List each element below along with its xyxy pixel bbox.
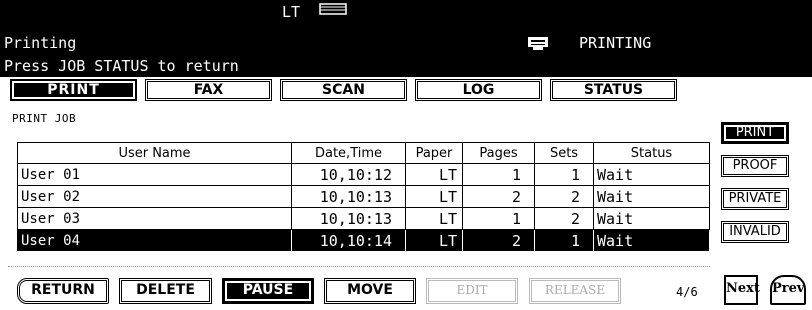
cell-sets: 1 xyxy=(534,163,594,186)
table-header-row: User Name Date,Time Paper Pages Sets Sta… xyxy=(17,142,710,164)
col-sets: Sets xyxy=(534,142,594,164)
printer-icon xyxy=(528,37,548,50)
table-row-selected[interactable]: User 04 10,10:14 LT 2 1 Wait xyxy=(17,229,710,252)
move-button[interactable]: MOVE xyxy=(324,278,416,304)
release-button[interactable]: RELEASE xyxy=(529,278,621,304)
prev-page-button[interactable]: Prev xyxy=(770,275,806,305)
cell-sets: 2 xyxy=(534,207,594,230)
cell-status: Wait xyxy=(593,229,710,252)
cell-datetime: 10,10:13 xyxy=(291,185,406,208)
cell-datetime: 10,10:12 xyxy=(291,163,406,186)
delete-button[interactable]: DELETE xyxy=(119,278,212,304)
cell-paper: LT xyxy=(405,229,463,252)
cell-pages: 1 xyxy=(462,207,535,230)
pause-button[interactable]: PAUSE xyxy=(222,278,314,304)
cell-user: User 03 xyxy=(17,207,292,230)
print-job-table: User Name Date,Time Paper Pages Sets Sta… xyxy=(17,142,710,252)
print-filter-button[interactable]: PRINT xyxy=(721,122,789,144)
col-date-time: Date,Time xyxy=(291,142,406,164)
private-filter-button[interactable]: PRIVATE xyxy=(721,188,789,210)
paper-size-label: LT xyxy=(282,3,301,21)
col-user-name: User Name xyxy=(17,142,292,164)
tab-print[interactable]: PRINT xyxy=(10,79,137,101)
cell-user: User 04 xyxy=(17,229,292,252)
printer-status: PRINTING xyxy=(579,34,652,52)
cell-pages: 1 xyxy=(462,163,535,186)
cell-pages: 2 xyxy=(462,185,535,208)
page-indicator: 4/6 xyxy=(676,285,698,299)
table-row[interactable]: User 03 10,10:13 LT 1 2 Wait xyxy=(17,207,710,230)
divider xyxy=(8,266,710,267)
cell-user: User 01 xyxy=(17,163,292,186)
category-tabs: PRINT FAX SCAN LOG STATUS xyxy=(0,79,812,103)
cell-status: Wait xyxy=(593,207,710,230)
cell-datetime: 10,10:14 xyxy=(291,229,406,252)
cell-user: User 02 xyxy=(17,185,292,208)
tab-fax[interactable]: FAX xyxy=(145,79,272,101)
machine-state: Printing xyxy=(4,34,77,52)
cell-status: Wait xyxy=(593,185,710,208)
cell-sets: 1 xyxy=(534,229,594,252)
cell-pages: 2 xyxy=(462,229,535,252)
tab-log[interactable]: LOG xyxy=(415,79,542,101)
paper-tray-icon xyxy=(319,3,347,15)
cell-sets: 2 xyxy=(534,185,594,208)
return-hint: Press JOB STATUS to return xyxy=(4,57,239,75)
col-status: Status xyxy=(593,142,710,164)
invalid-filter-button[interactable]: INVALID xyxy=(721,221,789,243)
cell-datetime: 10,10:13 xyxy=(291,207,406,230)
return-button[interactable]: RETURN xyxy=(17,278,109,304)
tab-status[interactable]: STATUS xyxy=(550,79,677,101)
table-row[interactable]: User 02 10,10:13 LT 2 2 Wait xyxy=(17,185,710,208)
tab-scan[interactable]: SCAN xyxy=(280,79,407,101)
next-page-button[interactable]: Next xyxy=(724,275,760,305)
status-header: LT Printing PRINTING Press JOB STATUS to… xyxy=(0,0,812,77)
cell-paper: LT xyxy=(405,163,463,186)
col-paper: Paper xyxy=(405,142,463,164)
table-row[interactable]: User 01 10,10:12 LT 1 1 Wait xyxy=(17,163,710,186)
col-pages: Pages xyxy=(462,142,535,164)
cell-paper: LT xyxy=(405,207,463,230)
section-title: PRINT JOB xyxy=(12,112,77,125)
proof-filter-button[interactable]: PROOF xyxy=(721,155,789,177)
edit-button[interactable]: EDIT xyxy=(426,278,518,304)
cell-paper: LT xyxy=(405,185,463,208)
cell-status: Wait xyxy=(593,163,710,186)
